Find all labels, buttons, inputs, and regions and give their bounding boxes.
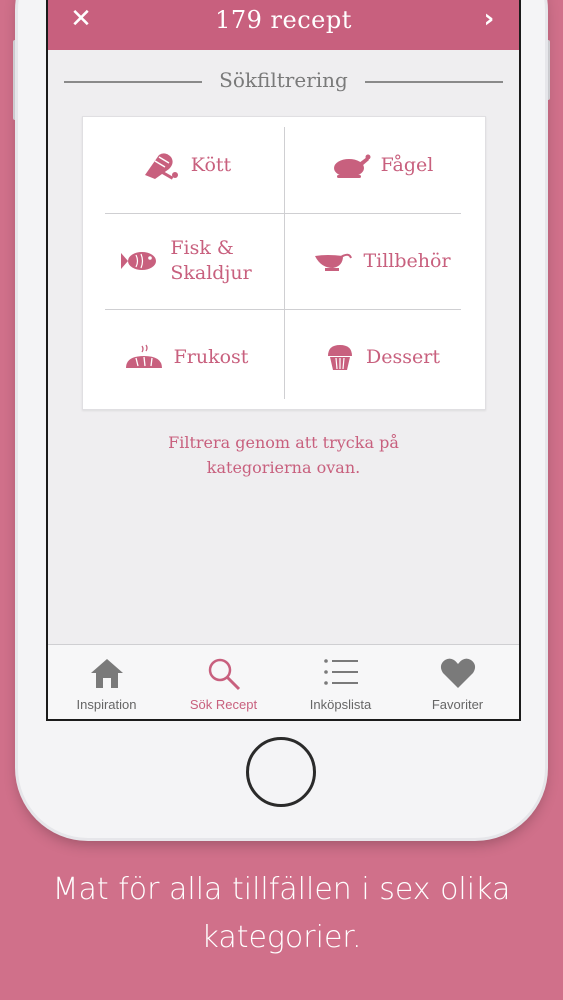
category-meat[interactable]: Kött xyxy=(97,117,275,213)
chevron-right-icon[interactable]: › xyxy=(477,4,501,34)
tab-search-recipes[interactable]: Sök Recept xyxy=(165,645,282,719)
phone-side-button xyxy=(545,40,550,100)
tab-label: Inköpslista xyxy=(309,697,372,712)
category-label: Fågel xyxy=(380,154,434,176)
search-icon xyxy=(208,658,240,691)
category-label: Fisk & Skaldjur xyxy=(170,237,252,284)
caption-line: Mat för alla tillfällen i sex olika xyxy=(52,872,511,907)
category-label: Kött xyxy=(190,154,232,176)
category-label: Tillbehör xyxy=(363,250,451,272)
tab-inspiration[interactable]: Inspiration xyxy=(48,645,165,719)
chicken-icon xyxy=(333,154,371,178)
category-grid: Kött Fågel Fisk & Skaldjur Tillbehör Fru… xyxy=(82,116,486,410)
grid-divider xyxy=(284,127,285,399)
category-dessert[interactable]: Dessert xyxy=(293,309,471,405)
caption-line: kategorier. xyxy=(201,920,362,955)
home-button[interactable] xyxy=(246,737,316,807)
hint-line: Filtrera genom att trycka på xyxy=(168,433,399,452)
bread-icon xyxy=(125,344,162,368)
tab-bar: Inspiration Sök Recept Inköpslista Favor… xyxy=(48,644,519,719)
hint-line: kategorierna ovan. xyxy=(206,458,361,477)
category-poultry[interactable]: Fågel xyxy=(293,117,471,213)
recipe-count-title: 179 recept xyxy=(215,6,352,34)
filter-hint: Filtrera genom att trycka på kategoriern… xyxy=(48,430,519,480)
top-bar: ✕ 179 recept › xyxy=(48,0,519,50)
category-breakfast[interactable]: Frukost xyxy=(97,309,275,405)
category-sides[interactable]: Tillbehör xyxy=(293,213,471,309)
category-fish[interactable]: Fisk & Skaldjur xyxy=(97,213,275,309)
ham-icon xyxy=(144,153,178,180)
cupcake-icon xyxy=(328,345,353,370)
section-title: Sökfiltrering xyxy=(219,68,348,92)
home-icon xyxy=(90,659,123,688)
gravy-boat-icon xyxy=(315,253,353,271)
divider-line xyxy=(64,81,202,83)
section-header: Sökfiltrering xyxy=(48,68,519,98)
fish-icon xyxy=(121,252,157,270)
category-label: Frukost xyxy=(173,346,249,368)
heart-icon xyxy=(440,658,475,688)
category-label: Dessert xyxy=(366,346,440,368)
tab-label: Favoriter xyxy=(431,697,484,712)
list-icon xyxy=(323,659,358,685)
tab-shopping-list[interactable]: Inköpslista xyxy=(282,645,399,719)
promo-caption: Mat för alla tillfällen i sex olika kate… xyxy=(0,866,563,962)
tab-label: Inspiration xyxy=(76,697,137,712)
divider-line xyxy=(365,81,503,83)
app-screen: ✕ 179 recept › Sökfiltrering Kött Fågel … xyxy=(46,0,521,721)
tab-label: Sök Recept xyxy=(189,697,258,712)
tab-favorites[interactable]: Favoriter xyxy=(399,645,516,719)
